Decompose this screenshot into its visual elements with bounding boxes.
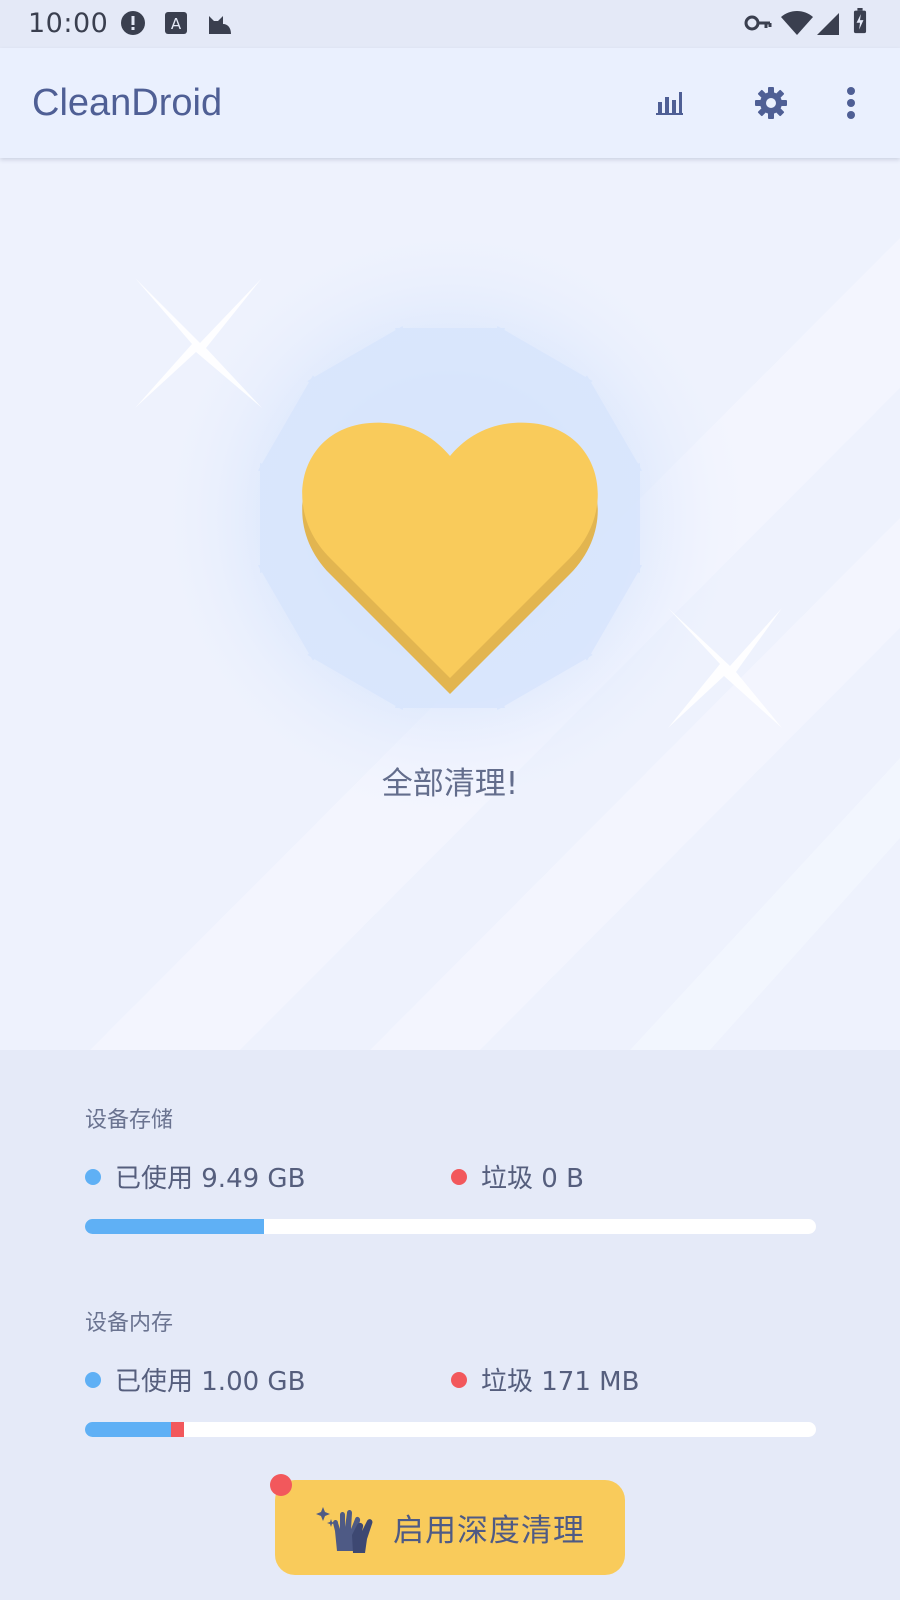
memory-junk-legend: 垃圾 171 MB (451, 1361, 639, 1398)
storage-used-label: 已使用 9.49 GB (115, 1164, 306, 1194)
gear-icon (755, 87, 787, 119)
storage-junk-label: 垃圾 0 B (481, 1164, 584, 1194)
cell-signal-icon (817, 13, 839, 35)
enable-deep-clean-button[interactable]: 启用深度清理 (275, 1480, 625, 1575)
memory-section-title: 设备内存 (85, 1311, 174, 1336)
storage-junk-legend: 垃圾 0 B (451, 1158, 584, 1195)
storage-used-legend: 已使用 9.49 GB (85, 1158, 305, 1195)
wifi-icon (781, 11, 813, 35)
junk-dot-icon (451, 1168, 467, 1185)
alert-icon (121, 11, 145, 35)
settings-button[interactable] (746, 78, 796, 128)
bar-chart-icon (656, 92, 683, 115)
memory-usage-bar (85, 1422, 816, 1437)
memory-used-label: 已使用 1.00 GB (115, 1367, 306, 1397)
hero-area: 全部清理! (0, 158, 900, 1050)
a-notification-icon: A (165, 12, 187, 34)
app-title: CleanDroid (32, 82, 223, 124)
cat-icon (209, 16, 231, 34)
storage-usage-bar (85, 1219, 816, 1234)
clean-status-message: 全部清理! (381, 766, 519, 802)
memory-used-fill (85, 1422, 172, 1437)
storage-used-fill (85, 1219, 265, 1234)
memory-used-legend: 已使用 1.00 GB (85, 1361, 305, 1398)
used-dot-icon (85, 1371, 101, 1388)
deep-clean-label: 启用深度清理 (393, 1513, 585, 1549)
new-badge-dot (270, 1474, 292, 1496)
status-bar: 10:00 A (0, 0, 900, 48)
app-bar: CleanDroid (0, 48, 900, 158)
more-options-button[interactable] (831, 78, 871, 128)
memory-junk-label: 垃圾 171 MB (481, 1367, 640, 1397)
junk-dot-icon (451, 1371, 467, 1388)
used-dot-icon (85, 1168, 101, 1185)
status-time: 10:00 (28, 8, 109, 39)
storage-section-title: 设备存储 (85, 1108, 174, 1133)
statistics-button[interactable] (644, 78, 694, 128)
more-vert-icon (847, 87, 855, 119)
svg-text:A: A (171, 15, 182, 33)
memory-junk-fill (171, 1422, 185, 1437)
cleaning-gloves-icon (316, 1506, 373, 1553)
hero-background (90, 218, 900, 1050)
vpn-key-icon (744, 15, 772, 31)
battery-charging-icon (853, 8, 867, 34)
